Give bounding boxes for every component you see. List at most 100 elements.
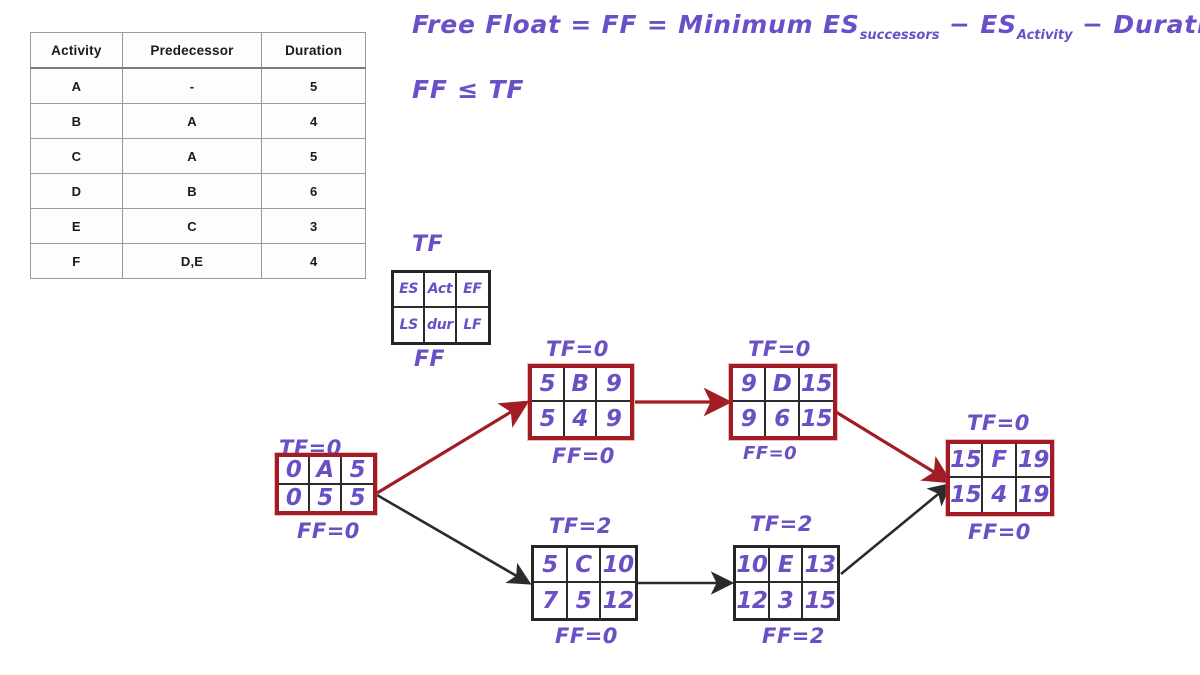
cell-predecessor: D,E bbox=[121, 243, 263, 279]
column-header-predecessor: Predecessor bbox=[121, 32, 263, 69]
cell-activity: E bbox=[30, 208, 123, 244]
node-d-ls: 9 bbox=[733, 402, 767, 436]
node-d-dur: 6 bbox=[766, 402, 800, 436]
ff-le-tf-formula: FF ≤ TF bbox=[412, 75, 525, 104]
node-a-dur: 5 bbox=[310, 485, 342, 511]
node-a-ef: 5 bbox=[341, 457, 373, 485]
legend-ff-label: FF bbox=[414, 347, 446, 372]
node-b: 5 B 9 5 4 9 bbox=[528, 364, 634, 440]
edge-a-to-c bbox=[376, 493, 532, 585]
legend-tf-label: TF bbox=[412, 232, 444, 257]
node-a-name: A bbox=[310, 457, 342, 485]
node-b-lf: 9 bbox=[605, 406, 622, 432]
cell-activity: B bbox=[30, 103, 123, 139]
table-row: F D,E 4 bbox=[30, 243, 366, 279]
table-header-row: Activity Predecessor Duration bbox=[30, 32, 366, 69]
table-row: A - 5 bbox=[30, 67, 366, 104]
edge-a-to-b bbox=[376, 400, 530, 495]
legend-cell-dur: dur bbox=[425, 307, 457, 342]
table-row: B A 4 bbox=[30, 103, 366, 139]
cell-duration: 5 bbox=[261, 138, 366, 174]
node-f-ff-label: FF=0 bbox=[968, 520, 1031, 544]
node-d-lf: 15 bbox=[800, 406, 833, 432]
cell-predecessor: A bbox=[121, 103, 263, 139]
node-f: 15 F 19 15 4 19 bbox=[946, 440, 1054, 516]
free-float-formula: Free Float = FF = Minimum ESsuccessors −… bbox=[412, 10, 1200, 43]
node-f-lf: 19 bbox=[1017, 482, 1050, 508]
node-a-ff-label: FF=0 bbox=[297, 519, 360, 543]
legend-cell-act: Act bbox=[425, 273, 457, 308]
cell-predecessor: - bbox=[121, 67, 263, 104]
cell-activity: C bbox=[30, 138, 123, 174]
node-b-ls: 5 bbox=[532, 402, 565, 436]
edge-e-to-f bbox=[840, 482, 953, 576]
node-c-dur: 5 bbox=[568, 583, 602, 618]
edge-d-to-f bbox=[835, 410, 953, 484]
node-d-tf-label: TF=0 bbox=[748, 337, 811, 361]
node-c-ls: 7 bbox=[534, 583, 568, 618]
node-b-ef: 9 bbox=[597, 368, 630, 402]
node-e-ls: 12 bbox=[736, 583, 770, 618]
node-e-dur: 3 bbox=[770, 583, 804, 618]
node-b-name: B bbox=[564, 368, 598, 402]
node-b-dur: 4 bbox=[565, 402, 598, 436]
node-e-ff-label: FF=2 bbox=[762, 624, 825, 648]
formula-subscript-successors: successors bbox=[859, 28, 940, 43]
node-d: 9 D 15 9 6 15 bbox=[729, 364, 837, 440]
formula-part-1: Free Float = FF = Minimum ES bbox=[412, 10, 860, 39]
node-a: 0 A 5 0 5 5 bbox=[275, 453, 377, 515]
column-header-activity: Activity bbox=[30, 32, 123, 69]
node-e-tf-label: TF=2 bbox=[750, 512, 813, 536]
node-c-ef: 10 bbox=[601, 548, 635, 583]
cell-duration: 4 bbox=[261, 243, 366, 279]
node-e-lf: 15 bbox=[804, 587, 837, 614]
node-a-ls: 0 bbox=[279, 485, 311, 511]
node-c-es: 5 bbox=[534, 548, 568, 583]
node-c-tf-label: TF=2 bbox=[549, 514, 612, 538]
column-header-duration: Duration bbox=[261, 32, 366, 69]
node-e-ef: 13 bbox=[803, 548, 837, 583]
table-row: E C 3 bbox=[30, 208, 366, 244]
node-c-lf: 12 bbox=[602, 587, 635, 614]
whiteboard-canvas: Activity Predecessor Duration A - 5 B A … bbox=[0, 0, 1200, 675]
table-row: D B 6 bbox=[30, 173, 366, 209]
legend-cell-lf: LF bbox=[463, 316, 482, 333]
node-c-ff-label: FF=0 bbox=[555, 624, 618, 648]
cell-activity: A bbox=[30, 67, 123, 104]
node-e-name: E bbox=[769, 548, 804, 583]
node-f-ef: 19 bbox=[1016, 444, 1050, 478]
node-a-es: 0 bbox=[279, 457, 311, 485]
node-c-name: C bbox=[567, 548, 602, 583]
cell-activity: D bbox=[30, 173, 123, 209]
node-f-name: F bbox=[983, 444, 1017, 478]
node-e-es: 10 bbox=[736, 548, 770, 583]
node-e: 10 E 13 12 3 15 bbox=[733, 545, 840, 621]
node-f-es: 15 bbox=[950, 444, 984, 478]
activity-table: Activity Predecessor Duration A - 5 B A … bbox=[30, 32, 366, 279]
node-legend-box: ES Act EF LS dur LF bbox=[391, 270, 491, 345]
node-f-tf-label: TF=0 bbox=[967, 411, 1030, 435]
cell-predecessor: A bbox=[121, 138, 263, 174]
node-b-tf-label: TF=0 bbox=[546, 337, 609, 361]
node-a-lf: 5 bbox=[349, 485, 366, 511]
node-d-es: 9 bbox=[733, 368, 767, 402]
node-d-ff-label: FF=0 bbox=[743, 443, 798, 464]
cell-duration: 4 bbox=[261, 103, 366, 139]
formula-part-3: − Duration bbox=[1082, 10, 1200, 39]
node-b-es: 5 bbox=[532, 368, 565, 402]
formula-subscript-activity-1: Activity bbox=[1016, 28, 1073, 43]
cell-duration: 6 bbox=[261, 173, 366, 209]
cell-duration: 5 bbox=[261, 67, 366, 104]
cell-predecessor: B bbox=[121, 173, 263, 209]
legend-cell-es: ES bbox=[394, 273, 426, 308]
legend-cell-ls: LS bbox=[394, 307, 426, 342]
legend-cell-ef: EF bbox=[456, 273, 488, 308]
node-d-name: D bbox=[766, 368, 800, 402]
table-row: C A 5 bbox=[30, 138, 366, 174]
node-f-dur: 4 bbox=[983, 478, 1017, 512]
node-c: 5 C 10 7 5 12 bbox=[531, 545, 638, 621]
cell-activity: F bbox=[30, 243, 123, 279]
formula-part-2: − ES bbox=[939, 10, 1017, 39]
node-f-ls: 15 bbox=[950, 478, 984, 512]
node-d-ef: 15 bbox=[799, 368, 833, 402]
